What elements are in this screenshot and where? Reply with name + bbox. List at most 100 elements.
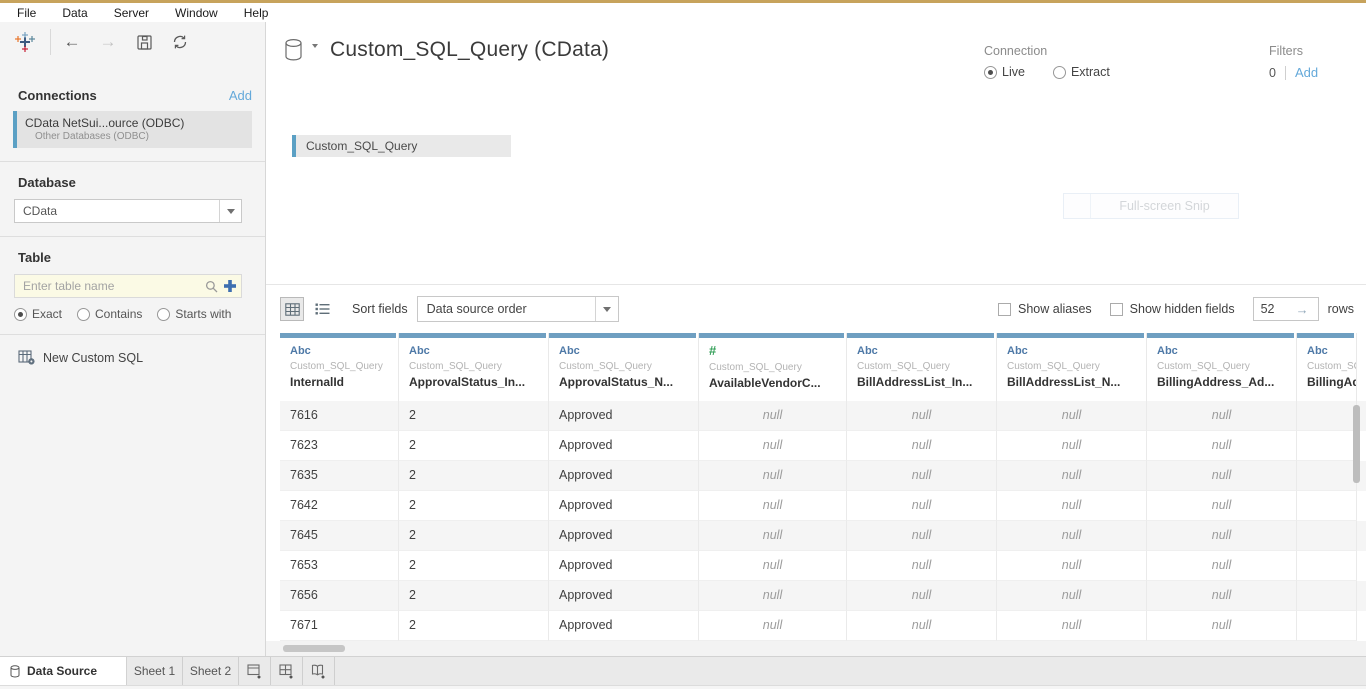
table-row: 76452Approvednullnullnullnull xyxy=(280,521,1366,551)
filters-divider xyxy=(1285,66,1286,80)
match-option-contains[interactable]: Contains xyxy=(77,307,142,321)
menu-bar: FileDataServerWindowHelp xyxy=(0,3,1366,22)
column-header-billaddresslist-n-[interactable]: AbcCustom_SQL_QueryBillAddressList_N... xyxy=(997,333,1147,401)
table-row: 76352Approvednullnullnullnull xyxy=(280,461,1366,491)
string-type-icon: Abc xyxy=(409,345,548,357)
column-header-billaddresslist-in-[interactable]: AbcCustom_SQL_QueryBillAddressList_In... xyxy=(847,333,997,401)
table-search[interactable] xyxy=(14,274,242,298)
table-cell: null xyxy=(997,461,1147,491)
column-field-name: InternalId xyxy=(290,375,398,389)
sort-order-value: Data source order xyxy=(427,302,527,316)
connection-option-live[interactable]: Live xyxy=(984,65,1025,79)
vertical-scrollbar-thumb[interactable] xyxy=(1353,405,1360,483)
show-hidden-fields-label: Show hidden fields xyxy=(1130,302,1235,316)
toolbar-separator xyxy=(50,29,51,55)
table-row: 76712Approvednullnullnullnull xyxy=(280,611,1366,641)
table-cell: null xyxy=(699,551,847,581)
column-header-billingaddr-[interactable]: AbcCustom_SQL_QueryBillingAddr... xyxy=(1297,333,1357,401)
table-cell: Approved xyxy=(549,581,699,611)
radio-icon[interactable] xyxy=(157,308,170,321)
show-hidden-fields-checkbox[interactable] xyxy=(1110,303,1123,316)
column-field-name: ApprovalStatus_N... xyxy=(559,375,698,389)
apply-rows-arrow-icon[interactable]: → xyxy=(1296,302,1309,317)
table-cell: null xyxy=(847,551,997,581)
column-table-name: Custom_SQL_Query xyxy=(1007,361,1146,372)
radio-icon[interactable] xyxy=(1053,66,1066,79)
menu-data[interactable]: Data xyxy=(49,6,100,20)
radio-icon[interactable] xyxy=(77,308,90,321)
sidebar-divider xyxy=(0,236,265,237)
column-strip xyxy=(699,333,844,338)
connection-option-extract[interactable]: Extract xyxy=(1053,65,1110,79)
column-table-name: Custom_SQL_Query xyxy=(857,361,996,372)
menu-help[interactable]: Help xyxy=(231,6,282,20)
sort-fields-label: Sort fields xyxy=(352,302,408,316)
show-aliases-checkbox[interactable] xyxy=(998,303,1011,316)
show-hidden-fields-option[interactable]: Show hidden fields xyxy=(1110,302,1235,316)
column-header-billingaddress-ad-[interactable]: AbcCustom_SQL_QueryBillingAddress_Ad... xyxy=(1147,333,1297,401)
add-connection-link[interactable]: Add xyxy=(229,88,252,103)
sidebar-divider xyxy=(0,334,265,335)
match-option-starts-with[interactable]: Starts with xyxy=(157,307,231,321)
menu-file[interactable]: File xyxy=(4,6,49,20)
chevron-down-icon[interactable] xyxy=(219,200,241,222)
table-cell: Approved xyxy=(549,491,699,521)
tab-sheet-2[interactable]: Sheet 2 xyxy=(183,657,239,685)
undo-arrow-icon[interactable]: ← xyxy=(59,29,85,55)
table-chip[interactable]: Custom_SQL_Query xyxy=(292,135,511,157)
tab-data-source[interactable]: Data Source xyxy=(0,657,127,685)
radio-icon[interactable] xyxy=(14,308,27,321)
table-row: 76562Approvednullnullnullnull xyxy=(280,581,1366,611)
add-table-plus-icon[interactable] xyxy=(223,279,237,293)
table-cell: null xyxy=(847,491,997,521)
metadata-view-button[interactable] xyxy=(310,297,334,321)
chevron-down-icon[interactable] xyxy=(595,297,618,321)
menu-window[interactable]: Window xyxy=(162,6,231,20)
horizontal-scrollbar-thumb[interactable] xyxy=(283,645,345,652)
radio-icon[interactable] xyxy=(984,66,997,79)
tab-sheet-1[interactable]: Sheet 1 xyxy=(127,657,183,685)
show-aliases-option[interactable]: Show aliases xyxy=(998,302,1092,316)
refresh-icon[interactable] xyxy=(167,29,193,55)
table-cell xyxy=(1297,551,1357,581)
menu-server[interactable]: Server xyxy=(101,6,162,20)
number-type-icon: # xyxy=(709,343,846,358)
table-cell: null xyxy=(997,611,1147,641)
rows-count-input[interactable] xyxy=(1254,302,1296,316)
column-header-internalid[interactable]: AbcCustom_SQL_QueryInternalId xyxy=(280,333,399,401)
rows-count-input-box[interactable]: → xyxy=(1253,297,1319,321)
table-cell: 7623 xyxy=(280,431,399,461)
new-custom-sql-button[interactable]: New Custom SQL xyxy=(18,350,247,365)
connections-title: Connections xyxy=(18,88,97,103)
connection-item[interactable]: CData NetSui...ource (ODBC) Other Databa… xyxy=(13,111,252,148)
new-dashboard-icon[interactable] xyxy=(271,657,303,685)
column-strip xyxy=(1297,333,1354,338)
column-header-availablevendorc-[interactable]: #Custom_SQL_QueryAvailableVendorC... xyxy=(699,333,847,401)
add-filter-link[interactable]: Add xyxy=(1295,65,1318,80)
sidebar-divider xyxy=(0,161,265,162)
sort-order-dropdown[interactable]: Data source order xyxy=(417,296,619,322)
match-option-exact[interactable]: Exact xyxy=(14,307,62,321)
grid-view-button[interactable] xyxy=(280,297,304,321)
database-select[interactable]: CData xyxy=(14,199,242,223)
new-worksheet-icon[interactable] xyxy=(239,657,271,685)
match-option-label: Exact xyxy=(32,307,62,321)
table-search-input[interactable] xyxy=(17,279,205,293)
new-story-icon[interactable] xyxy=(303,657,335,685)
table-cell: null xyxy=(699,611,847,641)
vertical-scrollbar[interactable] xyxy=(1353,405,1360,640)
redo-arrow-icon[interactable]: → xyxy=(95,29,121,55)
status-strip xyxy=(0,685,1366,689)
table-cell: Approved xyxy=(549,611,699,641)
string-type-icon: Abc xyxy=(1157,345,1296,357)
title-caret-icon[interactable] xyxy=(312,44,318,48)
horizontal-scrollbar[interactable] xyxy=(266,641,1366,656)
column-header-approvalstatus-in-[interactable]: AbcCustom_SQL_QueryApprovalStatus_In... xyxy=(399,333,549,401)
column-header-approvalstatus-n-[interactable]: AbcCustom_SQL_QueryApprovalStatus_N... xyxy=(549,333,699,401)
database-cylinder-icon[interactable] xyxy=(284,38,303,62)
table-row: 76422Approvednullnullnullnull xyxy=(280,491,1366,521)
table-cell: 2 xyxy=(399,521,549,551)
connection-name: CData NetSui...ource (ODBC) xyxy=(25,116,244,130)
column-strip xyxy=(399,333,546,338)
save-icon[interactable] xyxy=(131,29,157,55)
